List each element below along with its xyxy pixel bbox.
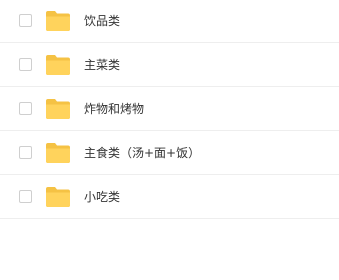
- list-item[interactable]: 主食类（汤+面+饭）: [0, 131, 339, 175]
- folder-name[interactable]: 主食类（汤+面+饭）: [84, 145, 200, 161]
- row-checkbox[interactable]: [19, 101, 32, 115]
- list-item[interactable]: 饮品类: [0, 0, 339, 43]
- list-item[interactable]: 小吃类: [0, 175, 339, 219]
- row-checkbox[interactable]: [19, 189, 32, 203]
- folder-icon: [46, 11, 70, 31]
- folder-icon: [46, 142, 70, 163]
- folder-name[interactable]: 小吃类: [84, 189, 120, 205]
- folder-name[interactable]: 主菜类: [84, 57, 120, 73]
- folder-name[interactable]: 饮品类: [84, 13, 120, 29]
- row-checkbox[interactable]: [19, 14, 32, 27]
- folder-icon: [46, 186, 70, 207]
- folder-name[interactable]: 炸物和烤物: [84, 101, 144, 117]
- row-checkbox[interactable]: [19, 145, 32, 159]
- folder-icon: [46, 54, 70, 75]
- list-item[interactable]: 主菜类: [0, 43, 339, 87]
- row-checkbox[interactable]: [19, 57, 32, 71]
- list-item[interactable]: 炸物和烤物: [0, 87, 339, 131]
- folder-list: 饮品类 主菜类 炸物和烤物 主食类（汤+面+饭） 小吃类: [0, 0, 339, 219]
- folder-icon: [46, 98, 70, 119]
